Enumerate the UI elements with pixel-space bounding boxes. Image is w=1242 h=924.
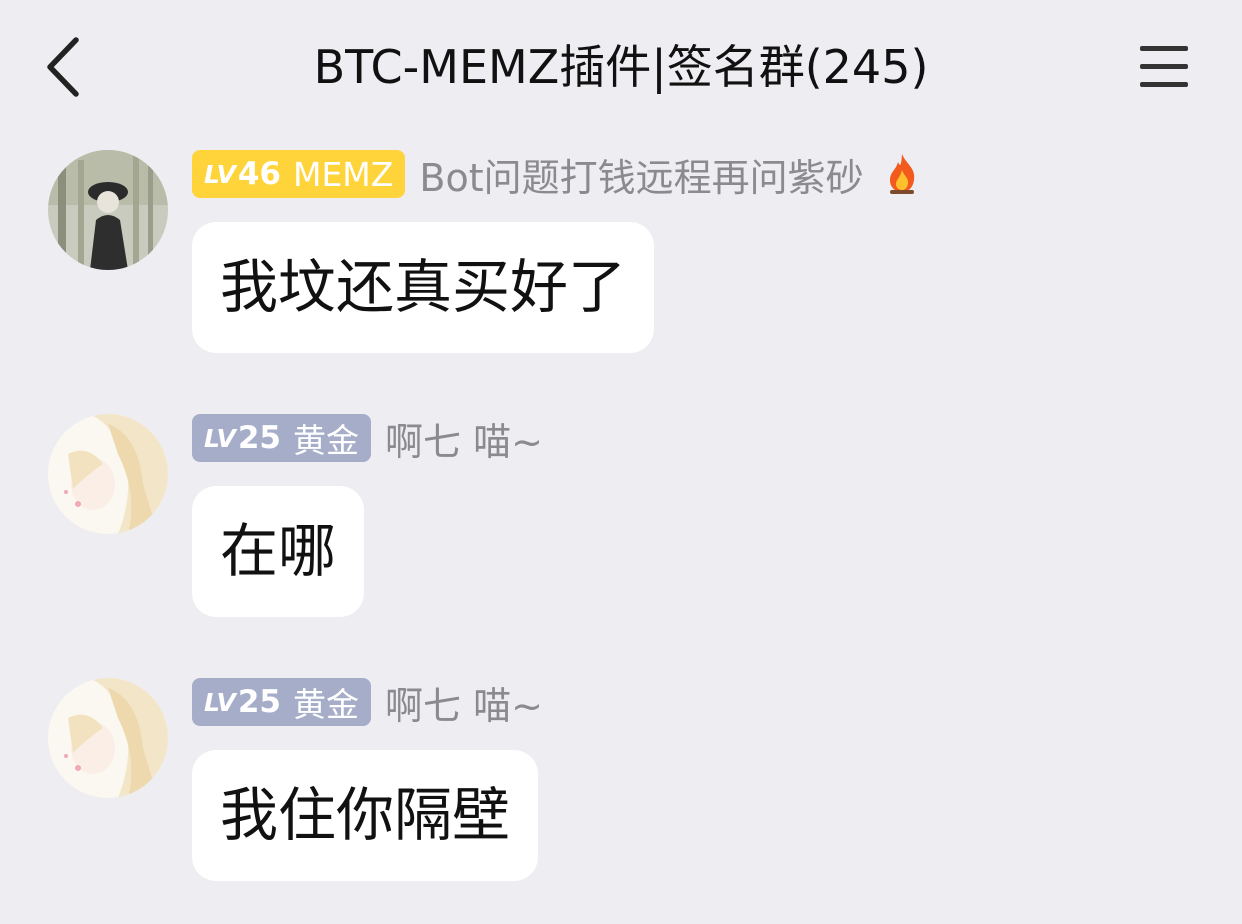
back-button[interactable] bbox=[40, 34, 92, 100]
chat-message: LV 25 黄金 啊七 喵~ 在哪 bbox=[0, 414, 1242, 624]
avatar[interactable] bbox=[48, 150, 168, 270]
chat-message: LV 46 MEMZ Bot问题打钱远程再问紫砂 我坟还真买好了 bbox=[0, 150, 1242, 360]
message-bubble[interactable]: 我住你隔壁 bbox=[192, 750, 539, 881]
level-number: 25 bbox=[237, 684, 281, 720]
level-number: 25 bbox=[237, 420, 281, 456]
fire-icon bbox=[884, 152, 920, 196]
avatar[interactable] bbox=[48, 678, 168, 798]
rank-label: MEMZ bbox=[292, 154, 394, 194]
chat-header: BTC-MEMZ插件|签名群(245) bbox=[0, 0, 1242, 130]
sender-nickname[interactable]: 啊七 喵~ bbox=[385, 411, 543, 466]
sender-info: LV 25 黄金 啊七 喵~ bbox=[192, 678, 543, 728]
level-prefix: LV bbox=[204, 159, 236, 189]
sender-info: LV 25 黄金 啊七 喵~ bbox=[192, 414, 543, 464]
message-bubble[interactable]: 在哪 bbox=[192, 486, 365, 617]
message-bubble[interactable]: 我坟还真买好了 bbox=[192, 222, 655, 353]
sender-info: LV 46 MEMZ Bot问题打钱远程再问紫砂 bbox=[192, 150, 920, 200]
chevron-left-icon bbox=[47, 37, 79, 97]
chat-title: BTC-MEMZ插件|签名群(245) bbox=[313, 40, 929, 94]
rank-label: 黄金 bbox=[292, 685, 359, 724]
sender-nickname[interactable]: Bot问题打钱远程再问紫砂 bbox=[419, 147, 863, 202]
menu-button[interactable] bbox=[1138, 44, 1190, 90]
level-number: 46 bbox=[237, 156, 281, 192]
avatar[interactable] bbox=[48, 414, 168, 534]
level-prefix: LV bbox=[204, 687, 236, 717]
sender-nickname[interactable]: 啊七 喵~ bbox=[385, 675, 543, 730]
rank-label: 黄金 bbox=[292, 421, 359, 460]
level-badge: LV 25 黄金 bbox=[192, 678, 371, 726]
level-badge: LV 25 黄金 bbox=[192, 414, 371, 462]
level-badge: LV 46 MEMZ bbox=[192, 150, 406, 198]
chat-message: LV 25 黄金 啊七 喵~ 我住你隔壁 bbox=[0, 678, 1242, 888]
hamburger-menu-icon bbox=[1140, 46, 1188, 87]
level-prefix: LV bbox=[204, 423, 236, 453]
